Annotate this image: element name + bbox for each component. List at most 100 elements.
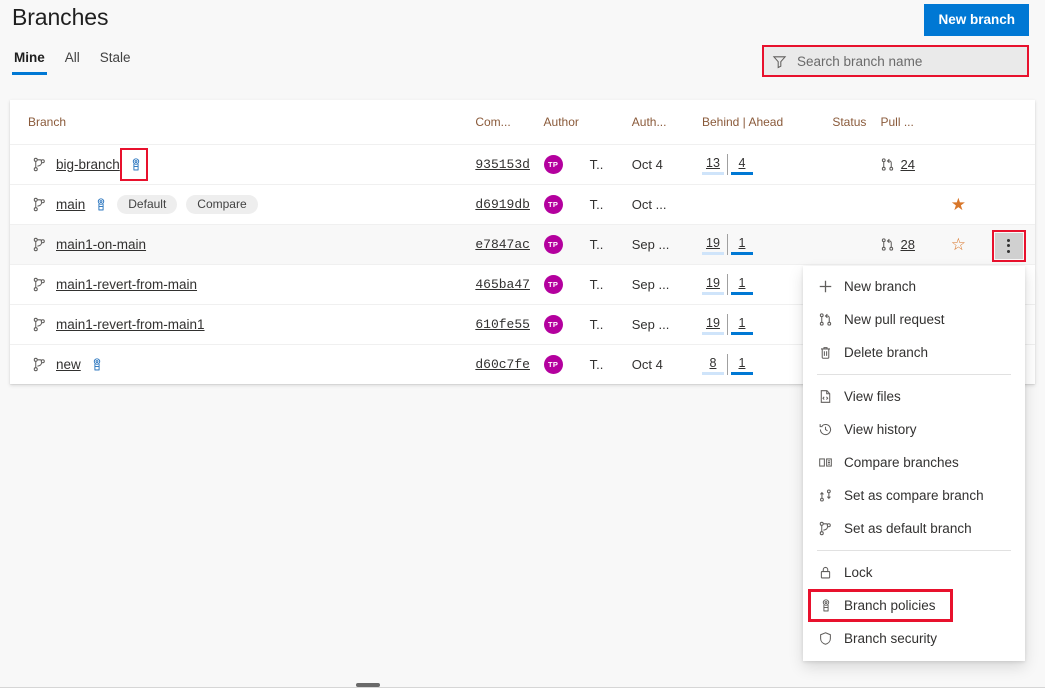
horizontal-scrollbar-thumb[interactable]: [356, 683, 380, 687]
policy-icon[interactable]: [90, 357, 104, 372]
menu-item-label: Delete branch: [844, 345, 928, 360]
tab-mine[interactable]: Mine: [12, 48, 47, 75]
ahead-side[interactable]: 4: [731, 156, 753, 175]
pull-request-group[interactable]: 24: [880, 157, 942, 172]
favorite-star-filled-icon[interactable]: ★: [951, 195, 966, 214]
menu-item-view-files[interactable]: View files: [803, 380, 1025, 413]
branch-policy-icon-wrap[interactable]: [129, 157, 143, 172]
behind-count[interactable]: 19: [706, 236, 720, 250]
table-row[interactable]: main DefaultCompare d6919db TP T..Oct ..…: [10, 184, 1035, 224]
commit-link[interactable]: 935153d: [475, 157, 530, 172]
menu-item-lock[interactable]: Lock: [803, 556, 1025, 589]
ahead-side[interactable]: 1: [731, 236, 753, 255]
menu-item-compare-branches[interactable]: Compare branches: [803, 446, 1025, 479]
page-title: Branches: [12, 4, 108, 31]
policy-icon[interactable]: [94, 197, 108, 212]
table-row[interactable]: big-branch 935153d TP T..Oct 4 13 4 24: [10, 144, 1035, 184]
menu-item-view-history[interactable]: View history: [803, 413, 1025, 446]
menu-item-branch-policies[interactable]: Branch policies: [803, 589, 1025, 622]
authored-date-cell: Sep ...: [628, 224, 698, 264]
menu-item-new-branch[interactable]: New branch: [803, 270, 1025, 303]
branch-name-link[interactable]: main1-on-main: [56, 237, 146, 252]
menu-item-new-pull-request[interactable]: New pull request: [803, 303, 1025, 336]
behind-side[interactable]: 13: [702, 156, 724, 175]
tab-all[interactable]: All: [63, 48, 82, 75]
menu-item-delete-branch[interactable]: Delete branch: [803, 336, 1025, 369]
commit-link[interactable]: 465ba47: [475, 277, 530, 292]
ahead-count[interactable]: 4: [738, 156, 745, 170]
menu-item-branch-security[interactable]: Branch security: [803, 622, 1025, 655]
ahead-side[interactable]: 1: [731, 276, 753, 295]
behind-bar: [702, 372, 724, 375]
ahead-count[interactable]: 1: [738, 276, 745, 290]
filter-icon: [772, 54, 787, 69]
behind-side[interactable]: 19: [702, 316, 724, 335]
behind-count[interactable]: 19: [706, 316, 720, 330]
behind-ahead-indicator: 8 1: [702, 353, 753, 375]
branch-policy-icon-wrap[interactable]: [90, 357, 104, 372]
branch-name-group: main1-revert-from-main1: [14, 317, 467, 332]
branch-policy-icon-wrap[interactable]: [94, 197, 108, 212]
branch-context-menu[interactable]: New branch New pull request Delete branc…: [803, 266, 1025, 661]
ahead-side[interactable]: 1: [731, 316, 753, 335]
branches-page: Branches New branch Mine All Stale Branc…: [0, 0, 1045, 688]
search-input[interactable]: [795, 46, 1028, 76]
behind-count[interactable]: 8: [709, 356, 716, 370]
more-actions-wrap: [995, 233, 1023, 259]
branch-icon: [32, 357, 47, 372]
behind-side[interactable]: 8: [702, 356, 724, 375]
branch-name-link[interactable]: big-branch: [56, 157, 120, 172]
behind-ahead-divider: [727, 234, 728, 255]
author-group: TP: [544, 235, 582, 254]
author-name: T..: [590, 197, 604, 212]
branch-name-link[interactable]: main1-revert-from-main1: [56, 317, 205, 332]
status-cell: [828, 224, 876, 264]
behind-ahead-divider: [727, 274, 728, 295]
new-branch-button[interactable]: New branch: [924, 4, 1029, 36]
pull-request-count[interactable]: 28: [900, 237, 914, 252]
ahead-count[interactable]: 1: [738, 236, 745, 250]
menu-item-set-as-default-branch[interactable]: Set as default branch: [803, 512, 1025, 545]
author-name: T..: [590, 357, 604, 372]
commit-link[interactable]: d60c7fe: [475, 357, 530, 372]
search-branch-box[interactable]: [762, 45, 1029, 77]
branch-name-link[interactable]: main1-revert-from-main: [56, 277, 197, 292]
behind-count[interactable]: 19: [706, 276, 720, 290]
branch-name-link[interactable]: main: [56, 197, 85, 212]
more-actions-cell: [991, 224, 1035, 264]
behind-count[interactable]: 13: [706, 156, 720, 170]
file-code-icon: [817, 388, 834, 405]
branch-name-link[interactable]: new: [56, 357, 81, 372]
behind-side[interactable]: 19: [702, 236, 724, 255]
pull-request-group[interactable]: 28: [880, 237, 942, 252]
author-avatar-cell: TP: [540, 264, 586, 304]
author-name-cell: T..: [586, 264, 628, 304]
favorite-star-outline-icon[interactable]: ☆: [951, 235, 966, 254]
ahead-side[interactable]: 1: [731, 356, 753, 375]
author-name: T..: [590, 237, 604, 252]
author-group: TP: [544, 155, 582, 174]
behind-ahead-indicator: 19 1: [702, 233, 753, 255]
branch-name-group: main1-revert-from-main: [14, 277, 467, 292]
ahead-count[interactable]: 1: [738, 316, 745, 330]
search-branch-container: [762, 45, 1029, 77]
more-actions-button[interactable]: [995, 233, 1023, 259]
commit-link[interactable]: d6919db: [475, 197, 530, 212]
pull-request-count[interactable]: 24: [900, 157, 914, 172]
menu-item-set-as-compare-branch[interactable]: Set as compare branch: [803, 479, 1025, 512]
commit-link[interactable]: e7847ac: [475, 237, 530, 252]
pull-request-cell: 24: [876, 144, 946, 184]
behind-ahead-cell: [698, 184, 828, 224]
branch-cell: main1-on-main: [10, 224, 471, 264]
behind-ahead-indicator: 19 1: [702, 273, 753, 295]
branch-name-group: new: [14, 357, 467, 372]
ahead-count[interactable]: 1: [738, 356, 745, 370]
menu-item-label: Set as default branch: [844, 521, 972, 536]
tab-stale[interactable]: Stale: [98, 48, 133, 75]
policy-icon[interactable]: [129, 157, 143, 172]
behind-side[interactable]: 19: [702, 276, 724, 295]
author-avatar-cell: TP: [540, 304, 586, 344]
branch-icon: [32, 197, 47, 212]
table-row[interactable]: main1-on-main e7847ac TP T.. Sep ... 19 1…: [10, 224, 1035, 264]
commit-link[interactable]: 610fe55: [475, 317, 530, 332]
